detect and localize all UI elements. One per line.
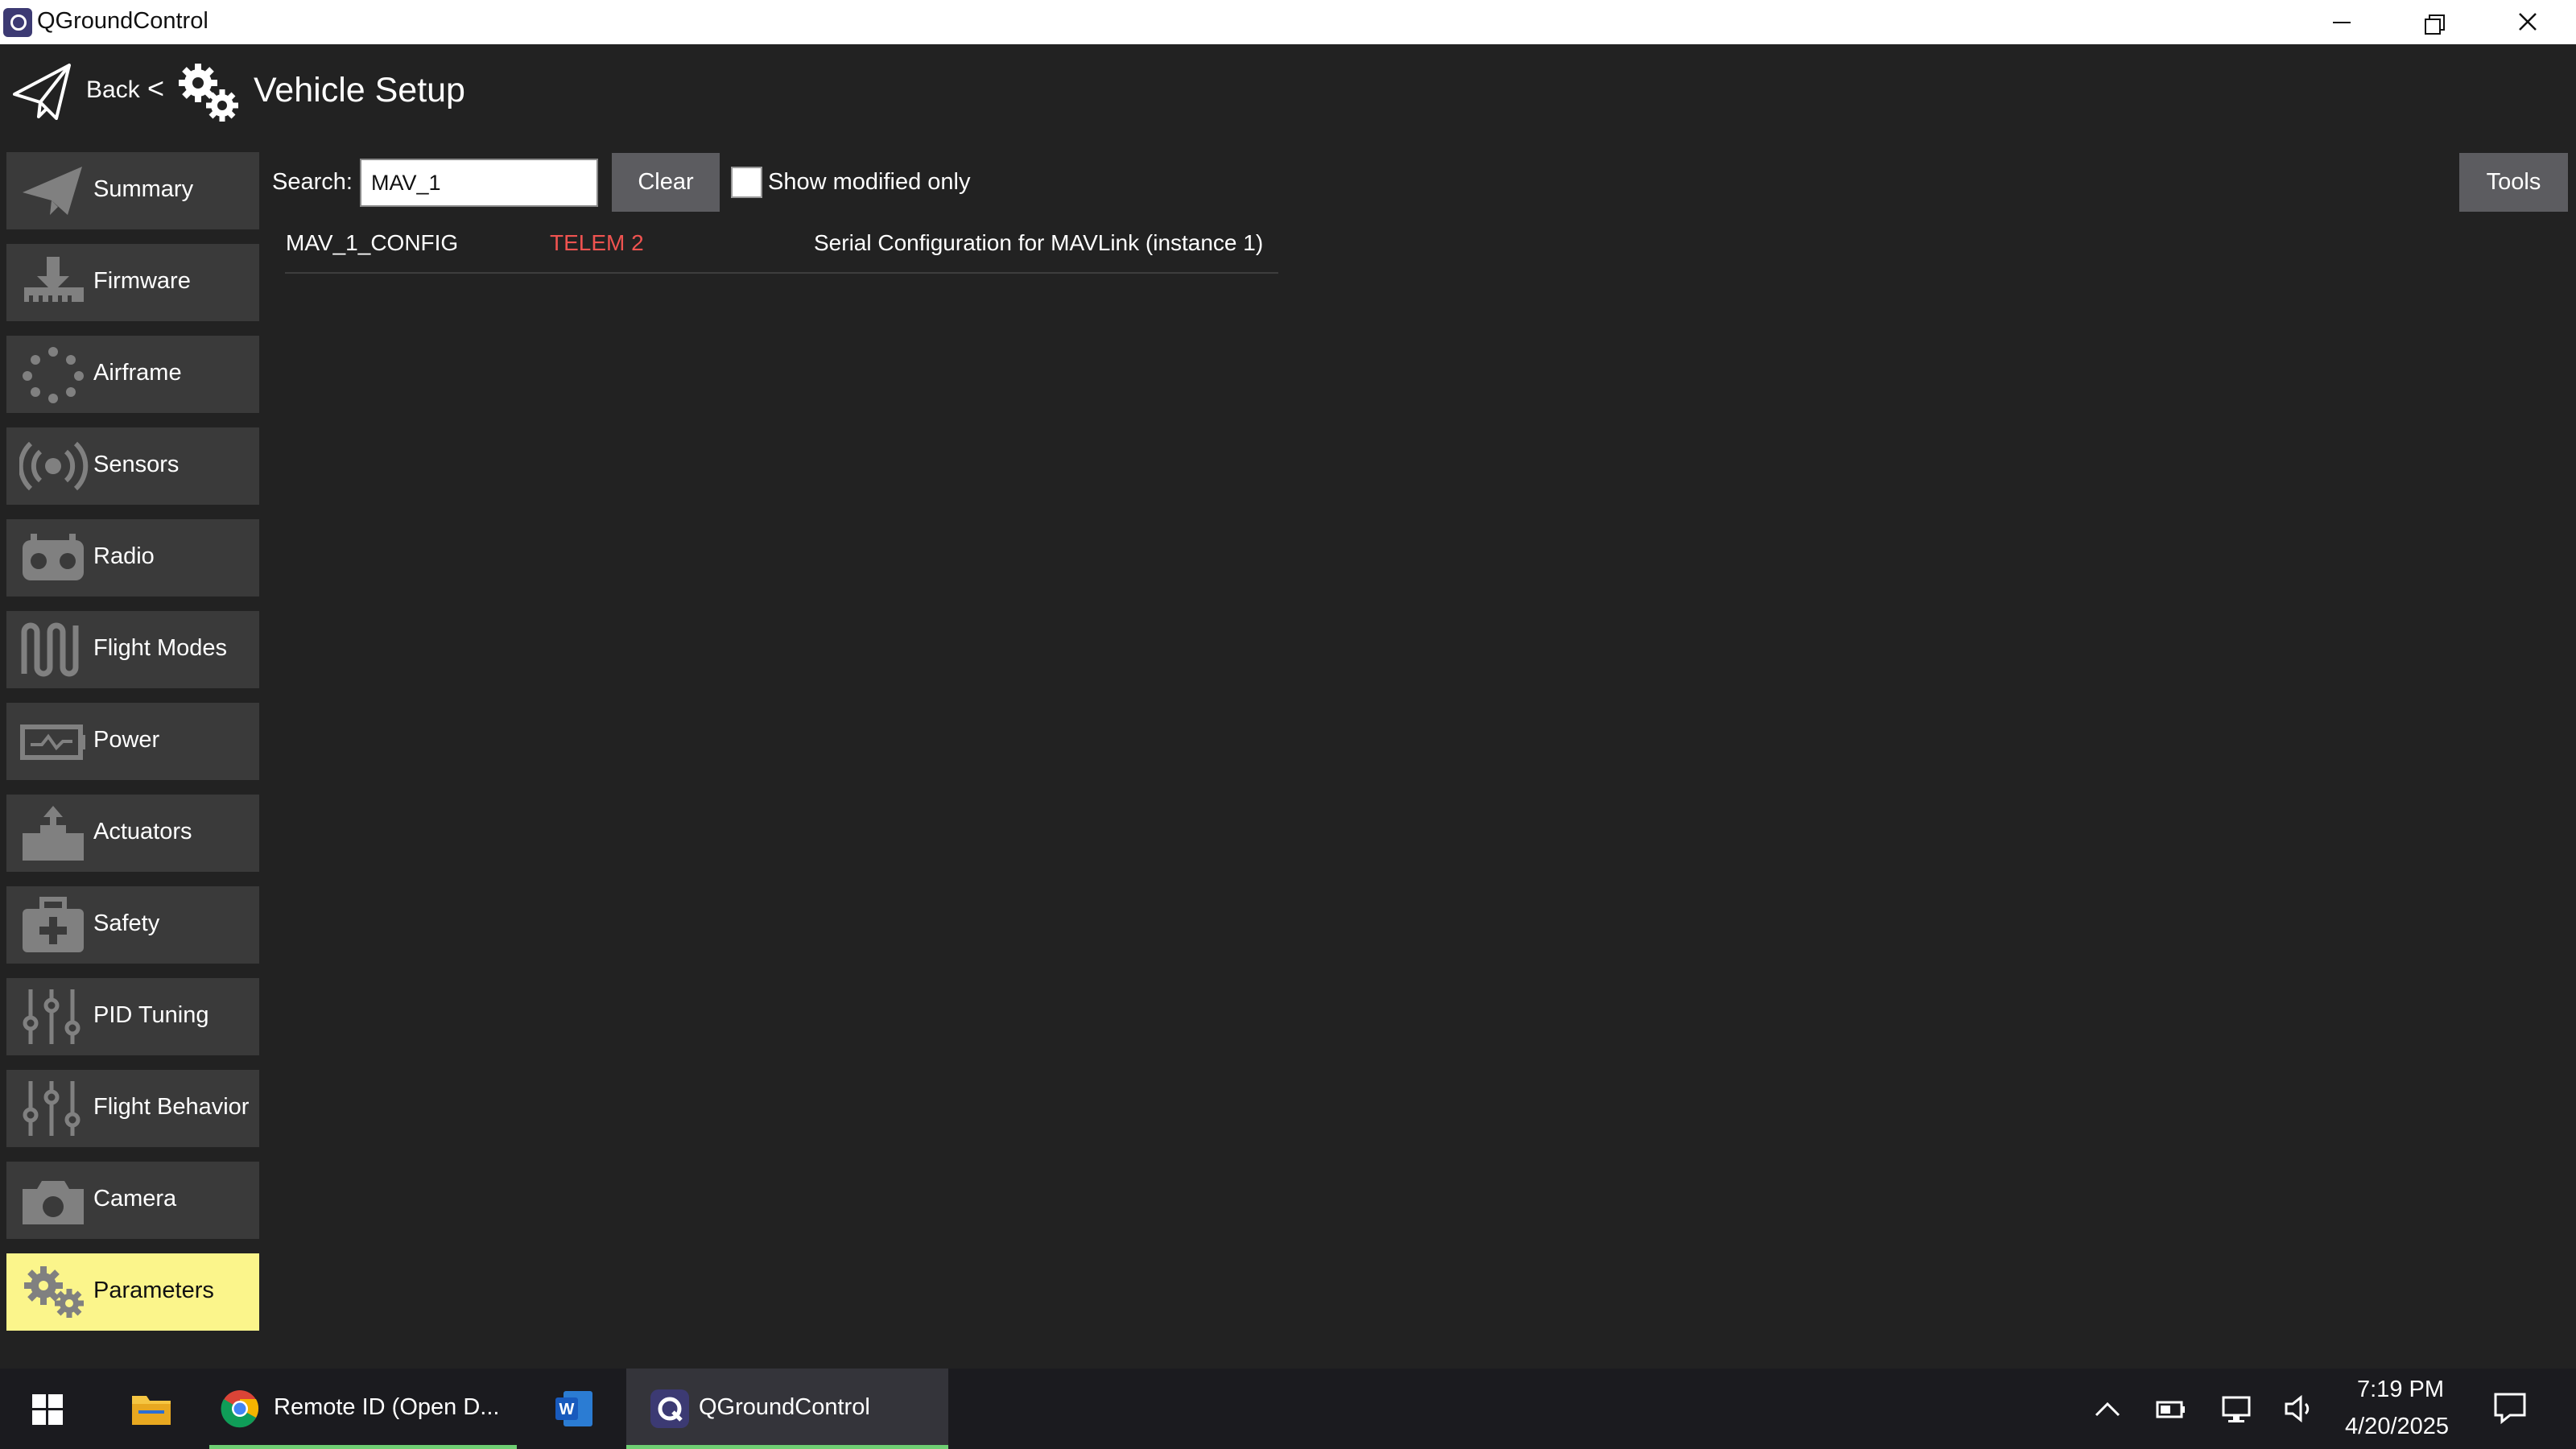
sidebar-item-label: Summary (93, 176, 194, 202)
sidebar-item-firmware[interactable]: Firmware (6, 244, 259, 321)
sidebar-item-camera[interactable]: Camera (6, 1162, 259, 1239)
airframe-icon (23, 347, 84, 403)
camera-icon (23, 1181, 84, 1224)
volume-icon[interactable] (2283, 1393, 2315, 1425)
show-modified-only-checkbox[interactable] (731, 167, 762, 198)
show-modified-only-label[interactable]: Show modified only (768, 169, 970, 196)
back-button[interactable]: Back (86, 76, 140, 104)
sidebar-item-label: Safety (93, 910, 160, 936)
sidebar-item-flight-modes[interactable]: Flight Modes (6, 611, 259, 688)
sidebar-item-summary[interactable]: Summary (6, 152, 259, 229)
sidebar-item-label: Flight Modes (93, 635, 228, 661)
radio-icon (23, 534, 84, 580)
param-value: TELEM 2 (550, 230, 644, 255)
param-name: MAV_1_CONFIG (286, 230, 459, 255)
sidebar-item-flight-behavior[interactable]: Flight Behavior (6, 1070, 259, 1147)
folder-icon (132, 1396, 171, 1425)
close-button[interactable] (2481, 0, 2574, 44)
sliders-icon (23, 1081, 80, 1136)
sidebar-item-label: Actuators (93, 819, 192, 844)
sidebar-item-label: Camera (93, 1186, 177, 1212)
taskbar-item-label: QGroundControl (699, 1394, 870, 1420)
paper-plane-icon[interactable] (11, 60, 74, 123)
qgc-icon (650, 1389, 689, 1428)
gears-icon (179, 64, 238, 122)
restore-button[interactable] (2388, 0, 2481, 44)
chevron-up-icon[interactable] (2091, 1393, 2124, 1425)
first-aid-icon (23, 897, 84, 952)
param-description: Serial Configuration for MAVLink (instan… (814, 230, 1264, 255)
active-indicator (626, 1445, 948, 1449)
power-icon[interactable] (2154, 1393, 2186, 1425)
page-header: Back < Vehicle Setup (0, 44, 2576, 137)
window-titlebar: QGroundControl (0, 0, 2576, 44)
minimize-button[interactable] (2294, 0, 2388, 44)
sidebar-item-power[interactable]: Power (6, 703, 259, 780)
actuator-icon (23, 806, 84, 861)
sidebar-item-label: Flight Behavior (93, 1094, 250, 1120)
tools-button[interactable]: Tools (2459, 153, 2568, 212)
taskbar-clock-time[interactable]: 7:19 PM (2357, 1377, 2444, 1403)
word-icon: W (555, 1391, 592, 1426)
sidebar-item-parameters[interactable]: Parameters (6, 1253, 259, 1331)
network-icon[interactable] (2220, 1393, 2252, 1425)
sidebar-item-label: Sensors (93, 452, 180, 477)
sidebar-item-label: Radio (93, 543, 155, 569)
sidebar-item-label: Firmware (93, 268, 191, 294)
start-button[interactable] (0, 1368, 95, 1449)
windows-logo-icon (32, 1394, 63, 1425)
taskbar-clock-date[interactable]: 4/20/2025 (2345, 1414, 2449, 1440)
table-row[interactable]: MAV_1_CONFIG TELEM 2 Serial Configuratio… (285, 224, 1278, 274)
window-title: QGroundControl (37, 8, 208, 34)
page-title: Vehicle Setup (254, 71, 465, 109)
windows-taskbar: Remote ID (Open D... W QGroundControl (0, 1368, 2576, 1449)
close-icon (2519, 13, 2537, 31)
battery-icon (20, 724, 85, 760)
sensors-icon (19, 441, 89, 491)
taskbar-chrome[interactable]: Remote ID (Open D... (209, 1368, 517, 1449)
gears-icon (24, 1266, 84, 1318)
app-window: QGroundControl Back < Vehicle Setup Summ… (0, 0, 2576, 1449)
search-input[interactable] (360, 159, 598, 207)
sidebar-item-label: Parameters (93, 1278, 214, 1303)
search-label: Search: (272, 169, 353, 195)
taskbar-item-label: Remote ID (Open D... (274, 1394, 500, 1420)
breadcrumb-separator: < (147, 72, 165, 105)
taskbar-qgroundcontrol[interactable]: QGroundControl (626, 1368, 948, 1449)
sidebar-item-airframe[interactable]: Airframe (6, 336, 259, 413)
clear-button[interactable]: Clear (612, 153, 720, 212)
sidebar-item-label: Airframe (93, 360, 182, 386)
taskbar-word[interactable]: W (536, 1368, 613, 1449)
sliders-icon (23, 989, 80, 1044)
active-indicator (209, 1445, 517, 1449)
wave-icon (21, 622, 79, 677)
sidebar-item-radio[interactable]: Radio (6, 519, 259, 597)
qgroundcontrol-app-icon (3, 8, 32, 37)
taskbar-file-explorer[interactable] (113, 1368, 190, 1449)
sidebar-item-actuators[interactable]: Actuators (6, 795, 259, 872)
sidebar-item-label: PID Tuning (93, 1002, 209, 1028)
sidebar-item-sensors[interactable]: Sensors (6, 427, 259, 505)
sidebar-item-label: Power (93, 727, 160, 753)
sidebar-item-pid-tuning[interactable]: PID Tuning (6, 978, 259, 1055)
svg-text:W: W (559, 1401, 575, 1418)
download-icon (24, 257, 84, 302)
notifications-icon[interactable] (2492, 1389, 2528, 1425)
paper-plane-icon (23, 167, 82, 215)
chrome-icon (221, 1390, 259, 1428)
sidebar-item-safety[interactable]: Safety (6, 886, 259, 964)
